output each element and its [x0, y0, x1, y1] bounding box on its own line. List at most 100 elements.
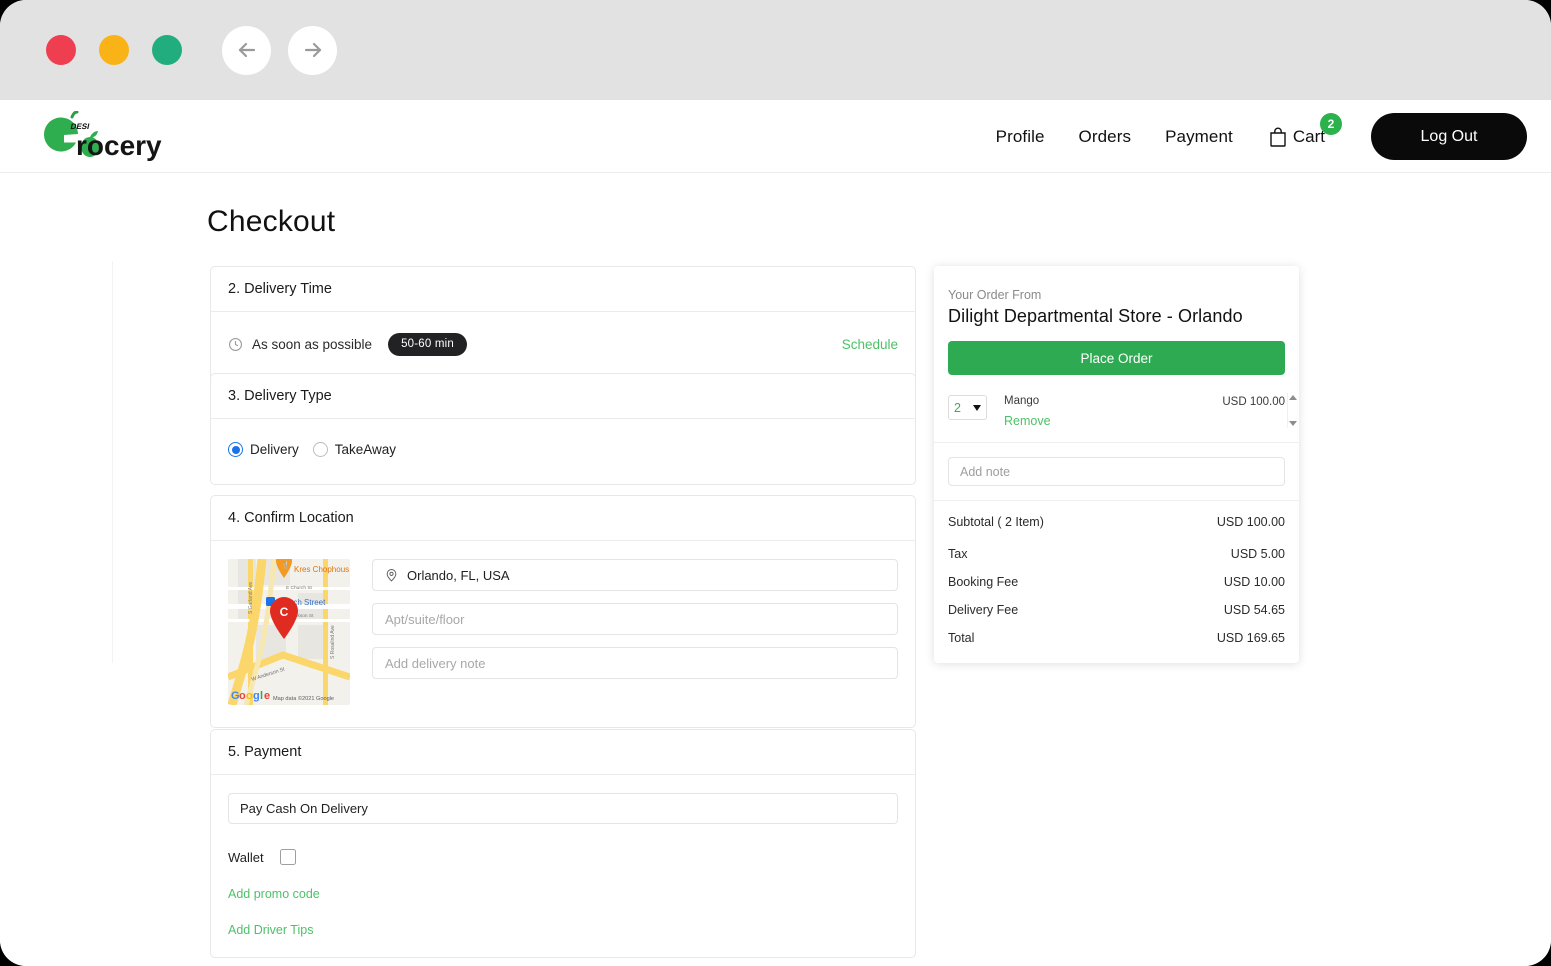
- order-item-row: 2 Mango Remove USD 100.00: [948, 391, 1285, 430]
- delivery-time-body: As soon as possible 50-60 min Schedule: [211, 312, 915, 381]
- radio-delivery[interactable]: [228, 442, 243, 457]
- item-quantity-value: 2: [954, 400, 961, 415]
- content-left-divider: [112, 261, 113, 663]
- svg-text:Kres Chophous: Kres Chophous: [294, 565, 349, 574]
- radio-delivery-label: Delivery: [250, 442, 299, 457]
- confirm-location-body: 🍴 Kres Chophous E Church St Church Stree…: [211, 541, 915, 727]
- confirm-location-heading: 4. Confirm Location: [211, 496, 915, 541]
- map-pin-icon: [385, 568, 398, 582]
- wallet-checkbox[interactable]: [279, 849, 296, 865]
- total-value-delivery-fee: USD 54.65: [1223, 603, 1285, 617]
- shopping-bag-icon: [1270, 127, 1286, 147]
- payment-method-select[interactable]: Pay Cash On Delivery: [228, 793, 898, 824]
- total-row-booking-fee: Booking Fee USD 10.00: [948, 575, 1285, 589]
- total-row-total: Total USD 169.65: [948, 631, 1285, 645]
- order-item-details: Mango Remove: [1004, 395, 1222, 430]
- clock-icon: [228, 337, 243, 352]
- order-store-name: Dilight Departmental Store - Orlando: [948, 306, 1243, 326]
- forward-button[interactable]: [288, 25, 337, 75]
- nav-item-profile[interactable]: Profile: [996, 127, 1045, 147]
- order-item-name: Mango: [1004, 395, 1040, 407]
- payment-card: 5. Payment Pay Cash On Delivery Wallet A…: [210, 729, 916, 958]
- delivery-note-input[interactable]: [385, 655, 885, 671]
- total-label-delivery-fee: Delivery Fee: [948, 603, 1019, 617]
- total-label-subtotal: Subtotal ( 2 Item): [948, 515, 1044, 529]
- svg-text:e: e: [264, 690, 270, 702]
- svg-text:g: g: [253, 690, 260, 702]
- radio-takeaway[interactable]: [312, 442, 328, 457]
- total-row-delivery-fee: Delivery Fee USD 54.65: [948, 603, 1285, 617]
- arrow-left-icon: [238, 42, 255, 58]
- remove-item-link[interactable]: Remove: [1004, 414, 1051, 428]
- add-promo-code-link[interactable]: Add promo code: [228, 887, 898, 901]
- window-close-button[interactable]: [46, 35, 76, 65]
- svg-text:o: o: [246, 690, 253, 702]
- total-row-tax: Tax USD 5.00: [948, 547, 1285, 561]
- grocery-logo-icon: DESI rocery: [44, 111, 162, 161]
- site-header: DESI rocery Profile Orders Payment Cart …: [0, 100, 1551, 173]
- location-fields: Orlando, FL, USA: [372, 559, 898, 705]
- total-label-total: Total: [948, 631, 975, 645]
- delivery-type-heading: 3. Delivery Type: [211, 374, 915, 419]
- delivery-type-options: Delivery TakeAway: [228, 436, 898, 467]
- delivery-time-heading: 2. Delivery Time: [211, 267, 915, 312]
- window-maximize-button[interactable]: [152, 35, 182, 65]
- order-note-wrap: [934, 443, 1299, 501]
- nav-item-orders[interactable]: Orders: [1079, 127, 1132, 147]
- total-label-tax: Tax: [948, 547, 968, 561]
- delivery-time-option-label: As soon as possible: [252, 337, 373, 352]
- total-row-subtotal: Subtotal ( 2 Item) USD 100.00: [948, 515, 1285, 529]
- wallet-label: Wallet: [228, 849, 264, 865]
- apt-input[interactable]: [385, 611, 885, 627]
- confirm-location-card: 4. Confirm Location 🍴 Kres Chophous E Ch…: [210, 495, 916, 728]
- order-items-scrollbar[interactable]: [1287, 393, 1297, 428]
- order-summary-header: Your Order From Dilight Departmental Sto…: [934, 266, 1299, 375]
- delivery-time-row: As soon as possible 50-60 min Schedule: [228, 329, 898, 364]
- address-field[interactable]: Orlando, FL, USA: [372, 559, 898, 591]
- cart-label: Cart: [1292, 126, 1325, 146]
- site-logo[interactable]: DESI rocery: [42, 111, 174, 161]
- apt-field[interactable]: [372, 603, 898, 635]
- svg-text:S Rosalind Ave: S Rosalind Ave: [330, 625, 336, 659]
- place-order-button[interactable]: Place Order: [948, 341, 1285, 375]
- order-totals: Subtotal ( 2 Item) USD 100.00 Tax USD 5.…: [934, 501, 1299, 663]
- scroll-up-icon[interactable]: [1288, 395, 1297, 400]
- page-title: Checkout: [207, 205, 336, 238]
- cart-button[interactable]: Cart 2: [1269, 112, 1342, 147]
- radio-takeaway-label: TakeAway: [334, 442, 397, 457]
- item-quantity-select[interactable]: 2: [948, 395, 987, 420]
- map-image: 🍴 Kres Chophous E Church St Church Stree…: [228, 559, 350, 705]
- total-label-booking-fee: Booking Fee: [948, 575, 1019, 589]
- logout-button[interactable]: Log Out: [1371, 113, 1527, 160]
- chevron-down-icon: [973, 404, 981, 411]
- nav-item-payment[interactable]: Payment: [1165, 127, 1233, 147]
- scroll-down-icon[interactable]: [1288, 421, 1297, 426]
- main-nav: Profile Orders Payment Cart 2 Log Out: [962, 100, 1527, 173]
- svg-text:🍴: 🍴: [281, 560, 290, 569]
- total-value-subtotal: USD 100.00: [1216, 515, 1285, 529]
- location-map[interactable]: 🍴 Kres Chophous E Church St Church Stree…: [228, 559, 350, 705]
- delivery-note-field[interactable]: [372, 647, 898, 679]
- svg-text:rocery: rocery: [76, 130, 162, 161]
- window-minimize-button[interactable]: [99, 35, 129, 65]
- delivery-eta-badge: 50-60 min: [388, 333, 468, 356]
- arrow-right-icon: [304, 42, 321, 58]
- wallet-row: Wallet: [228, 849, 898, 865]
- order-note-input[interactable]: [948, 457, 1285, 486]
- svg-text:C: C: [280, 605, 289, 619]
- total-value-booking-fee: USD 10.00: [1223, 575, 1285, 589]
- schedule-link[interactable]: Schedule: [842, 337, 898, 352]
- svg-text:l: l: [260, 690, 263, 702]
- back-button[interactable]: [222, 25, 271, 75]
- page-body: Checkout 2. Delivery Time As soon as pos…: [0, 173, 1551, 966]
- total-value-total: USD 169.65: [1216, 631, 1285, 645]
- payment-body: Pay Cash On Delivery Wallet Add promo co…: [211, 775, 915, 957]
- browser-chrome: [0, 0, 1551, 100]
- order-summary-panel: Your Order From Dilight Departmental Sto…: [934, 266, 1299, 663]
- cart-count-badge: 2: [1320, 112, 1342, 135]
- order-items-list: 2 Mango Remove USD 100.00: [934, 391, 1299, 443]
- svg-text:o: o: [239, 690, 246, 702]
- add-driver-tips-link[interactable]: Add Driver Tips: [228, 923, 898, 937]
- delivery-time-card: 2. Delivery Time As soon as possible 50-…: [210, 266, 916, 382]
- browser-window: DESI rocery Profile Orders Payment Cart …: [0, 0, 1551, 966]
